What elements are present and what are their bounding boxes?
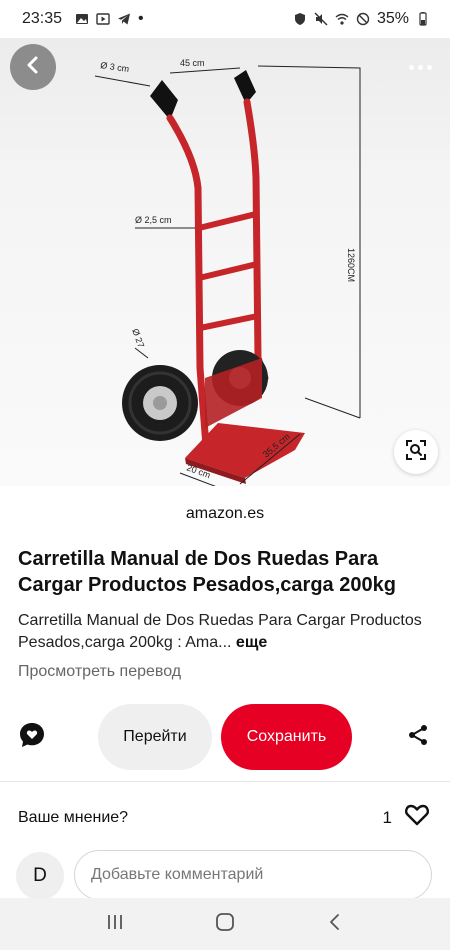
hand-truck-illustration: Ø 3 cm 45 cm Ø 2,5 cm 1260CM Ø 27 20 cm … (94, 58, 361, 486)
send-message-button[interactable] (16, 721, 48, 753)
opinion-label: Ваше мнение? (18, 809, 129, 826)
battery-icon (416, 12, 430, 26)
comment-row: D (16, 850, 434, 902)
pin-description-text: Carretilla Manual de Dos Ruedas Para Car… (18, 612, 422, 651)
play-icon (96, 12, 110, 26)
status-dot: • (138, 10, 144, 27)
back-arrow-icon (23, 55, 43, 80)
dnd-icon (356, 12, 370, 26)
avatar[interactable]: D (16, 852, 64, 900)
reactions: 1 (383, 803, 430, 832)
recents-button[interactable] (95, 904, 135, 944)
pin-title: Carretilla Manual de Dos Ruedas Para Car… (18, 548, 396, 596)
battery-percent: 35% (376, 10, 409, 27)
pin-description: Carretilla Manual de Dos Ruedas Para Car… (18, 610, 438, 654)
chat-bubble-icon (18, 721, 46, 754)
home-button[interactable] (205, 904, 245, 944)
divider (0, 781, 450, 782)
pin-actions: Перейти Сохранить (0, 703, 450, 771)
back-button[interactable] (10, 44, 56, 90)
dim-top-width: 45 cm (180, 58, 205, 68)
visual-search-button[interactable] (394, 430, 438, 474)
dim-wheel-diameter: Ø 27 (130, 327, 146, 349)
visual-search-icon (405, 439, 427, 466)
share-icon (406, 723, 430, 752)
shield-icon (293, 12, 307, 26)
status-left: 23:35 • (22, 10, 144, 28)
heart-icon[interactable] (404, 803, 430, 832)
dim-frame-diameter: Ø 2,5 cm (135, 215, 172, 225)
mute-icon (314, 12, 328, 26)
wifi-icon (335, 12, 349, 26)
like-count: 1 (382, 807, 392, 827)
status-bar: 23:35 • 35% (0, 0, 450, 38)
status-right: 35% (293, 10, 430, 28)
dim-height: 1260CM (346, 248, 356, 282)
share-button[interactable] (404, 723, 432, 751)
save-button[interactable]: Сохранить (221, 704, 352, 770)
comment-input[interactable] (74, 850, 432, 900)
telegram-icon (117, 12, 131, 26)
more-options-button[interactable] (404, 56, 436, 78)
pin-source-link[interactable]: amazon.es (0, 505, 450, 523)
description-more-link[interactable]: еще (236, 634, 267, 651)
dim-handle-diameter: Ø 3 cm (100, 60, 130, 74)
translate-link[interactable]: Просмотреть перевод (18, 663, 181, 681)
pin-image[interactable]: Ø 3 cm 45 cm Ø 2,5 cm 1260CM Ø 27 20 cm … (0, 38, 450, 486)
visit-button[interactable]: Перейти (98, 704, 212, 770)
home-icon (215, 912, 235, 937)
back-nav-button[interactable] (315, 904, 355, 944)
back-icon (326, 913, 344, 936)
more-dots-icon (408, 64, 414, 70)
system-nav-bar (0, 898, 450, 950)
gallery-icon (75, 12, 89, 26)
clock: 23:35 (22, 10, 63, 27)
recents-icon (106, 913, 124, 936)
